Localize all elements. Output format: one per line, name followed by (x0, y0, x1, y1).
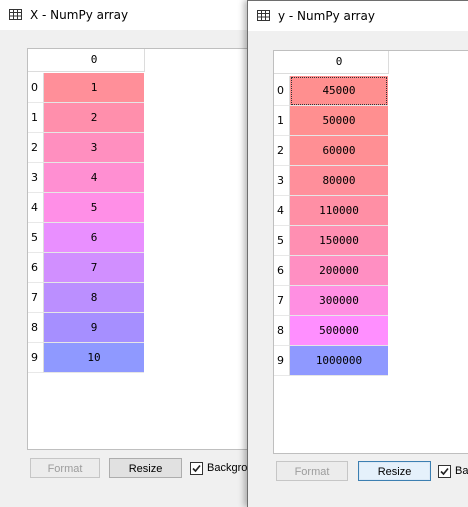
table-icon (257, 10, 270, 21)
row-header[interactable]: 9 (274, 346, 290, 376)
table-cell[interactable]: 6 (44, 223, 144, 253)
table-cell[interactable]: 500000 (290, 316, 388, 346)
background-checkbox-label: Bac (455, 465, 468, 477)
column-header[interactable]: 0 (44, 49, 145, 72)
resize-button[interactable]: Resize (358, 461, 431, 481)
table-cell[interactable]: 200000 (290, 256, 388, 286)
array-table[interactable]: 0 0 45000 1 50000 2 60000 3 80000 4 110000 5 150000 6… (273, 50, 468, 454)
row-header[interactable]: 4 (274, 196, 290, 226)
row-header[interactable]: 7 (28, 283, 44, 313)
row-header[interactable]: 0 (274, 76, 290, 106)
row-header[interactable]: 0 (28, 73, 44, 103)
resize-button[interactable]: Resize (109, 458, 182, 478)
table-cell[interactable]: 3 (44, 133, 144, 163)
row-header[interactable]: 5 (28, 223, 44, 253)
row-header[interactable]: 6 (28, 253, 44, 283)
table-corner (28, 49, 45, 72)
row-header[interactable]: 7 (274, 286, 290, 316)
table-cell[interactable]: 1000000 (290, 346, 388, 376)
table-cell[interactable]: 300000 (290, 286, 388, 316)
window-title: y - NumPy array (278, 9, 375, 23)
row-header[interactable]: 6 (274, 256, 290, 286)
table-cell[interactable]: 1 (44, 73, 144, 103)
table-cell[interactable]: 60000 (290, 136, 388, 166)
title-bar[interactable]: y - NumPy array (248, 1, 468, 31)
row-header[interactable]: 3 (274, 166, 290, 196)
table-cell[interactable]: 2 (44, 103, 144, 133)
column-header[interactable]: 0 (290, 51, 389, 74)
check-icon (192, 464, 201, 473)
row-header[interactable]: 4 (28, 193, 44, 223)
table-cell[interactable]: 45000 (290, 76, 388, 106)
table-cell[interactable]: 110000 (290, 196, 388, 226)
row-header[interactable]: 1 (28, 103, 44, 133)
row-header[interactable]: 2 (274, 136, 290, 166)
background-checkbox[interactable] (190, 462, 203, 475)
background-checkbox[interactable] (438, 465, 451, 478)
table-cell[interactable]: 50000 (290, 106, 388, 136)
row-header[interactable]: 8 (274, 316, 290, 346)
table-cell[interactable]: 10 (44, 343, 144, 373)
table-cell[interactable]: 4 (44, 163, 144, 193)
format-button[interactable]: Format (276, 461, 348, 481)
check-icon (440, 467, 449, 476)
table-cell[interactable]: 8 (44, 283, 144, 313)
format-button[interactable]: Format (30, 458, 100, 478)
row-header[interactable]: 1 (274, 106, 290, 136)
table-cell[interactable]: 80000 (290, 166, 388, 196)
background-checkbox-label: Backgro (207, 462, 248, 474)
table-corner (274, 51, 291, 74)
table-cell[interactable]: 9 (44, 313, 144, 343)
row-header[interactable]: 2 (28, 133, 44, 163)
table-cell[interactable]: 5 (44, 193, 144, 223)
row-header[interactable]: 8 (28, 313, 44, 343)
table-icon (9, 9, 22, 20)
row-header[interactable]: 9 (28, 343, 44, 373)
table-cell[interactable]: 7 (44, 253, 144, 283)
row-header[interactable]: 5 (274, 226, 290, 256)
table-cell[interactable]: 150000 (290, 226, 388, 256)
array-editor-window-x: X - NumPy array 0 0 1 1 2 2 3 3 4 4 5 5 6 6 7 7 8 8 9 9 10 F… (0, 0, 269, 507)
title-bar[interactable]: X - NumPy array (0, 0, 267, 30)
row-header[interactable]: 3 (28, 163, 44, 193)
array-table[interactable]: 0 0 1 1 2 2 3 3 4 4 5 5 6 6 7 7 8 8 9 9 10 (27, 48, 269, 450)
array-editor-window-y: y - NumPy array 0 0 45000 1 50000 2 60000 3 8000… (247, 0, 468, 507)
window-title: X - NumPy array (30, 8, 129, 22)
